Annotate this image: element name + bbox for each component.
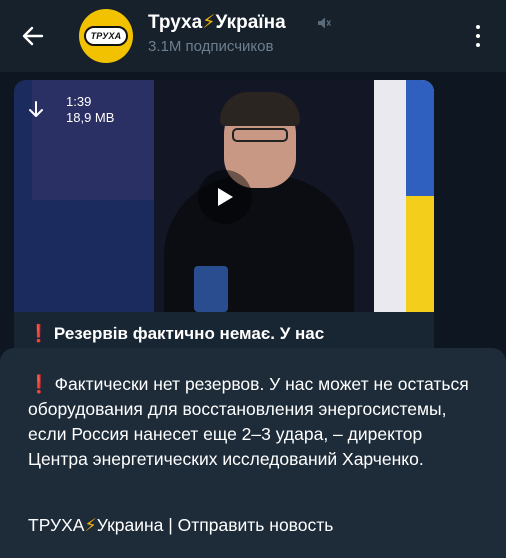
post-text: ❗ Резервів фактично немає. У нас <box>28 324 324 344</box>
subscriber-count: 3.1M подписчиков <box>148 38 274 55</box>
more-options-button[interactable] <box>470 22 486 50</box>
bolt-icon: ⚡ <box>84 515 97 535</box>
flag-shape <box>406 80 434 312</box>
video-duration: 1:39 <box>66 94 92 109</box>
channel-title[interactable]: Труха⚡Україна <box>148 11 286 34</box>
microphone-shape <box>194 266 228 312</box>
muted-speaker-icon <box>318 17 331 29</box>
message-bubble[interactable]: 1:39 18,9 MB ❗ Резервів фактично немає. … <box>14 80 434 360</box>
play-button[interactable] <box>198 170 252 224</box>
back-button[interactable] <box>18 22 48 50</box>
video-size: 18,9 MB <box>66 110 115 125</box>
channel-avatar[interactable]: ТРУХА <box>79 9 133 63</box>
post-text-body: Резервів фактично немає. У нас <box>53 324 325 343</box>
play-icon <box>218 188 233 206</box>
chat-header: ТРУХА Труха⚡Україна 3.1M подписчиков <box>0 0 506 72</box>
avatar-logo-text: ТРУХА <box>83 26 129 46</box>
exclamation-icon: ❗ <box>28 324 50 343</box>
translation-text: ❗ Фактически нет резервов. У нас может н… <box>28 372 484 472</box>
footer-prefix: ТРУХА <box>28 515 85 535</box>
bolt-icon: ⚡ <box>202 12 216 33</box>
download-arrow-icon[interactable] <box>22 96 50 124</box>
speaker-body <box>164 176 354 312</box>
arrow-left-icon <box>22 26 44 46</box>
media-meta: 1:39 18,9 MB <box>66 94 114 126</box>
more-vertical-icon <box>476 24 480 29</box>
media-info[interactable]: 1:39 18,9 MB <box>22 90 130 130</box>
channel-name-suffix: Україна <box>215 12 286 33</box>
speaker-glasses <box>232 128 288 142</box>
translation-body: Фактически нет резервов. У нас может не … <box>28 374 469 469</box>
speaker-hair <box>220 92 300 126</box>
footer-suffix[interactable]: Украина | Отправить новость <box>97 515 334 535</box>
translation-sheet: ❗ Фактически нет резервов. У нас может н… <box>0 348 506 558</box>
channel-name-prefix: Труха <box>148 12 203 33</box>
exclamation-icon: ❗ <box>28 374 50 394</box>
translation-footer[interactable]: ТРУХА⚡Украина | Отправить новость <box>28 515 333 536</box>
video-thumbnail[interactable]: 1:39 18,9 MB <box>14 80 434 312</box>
